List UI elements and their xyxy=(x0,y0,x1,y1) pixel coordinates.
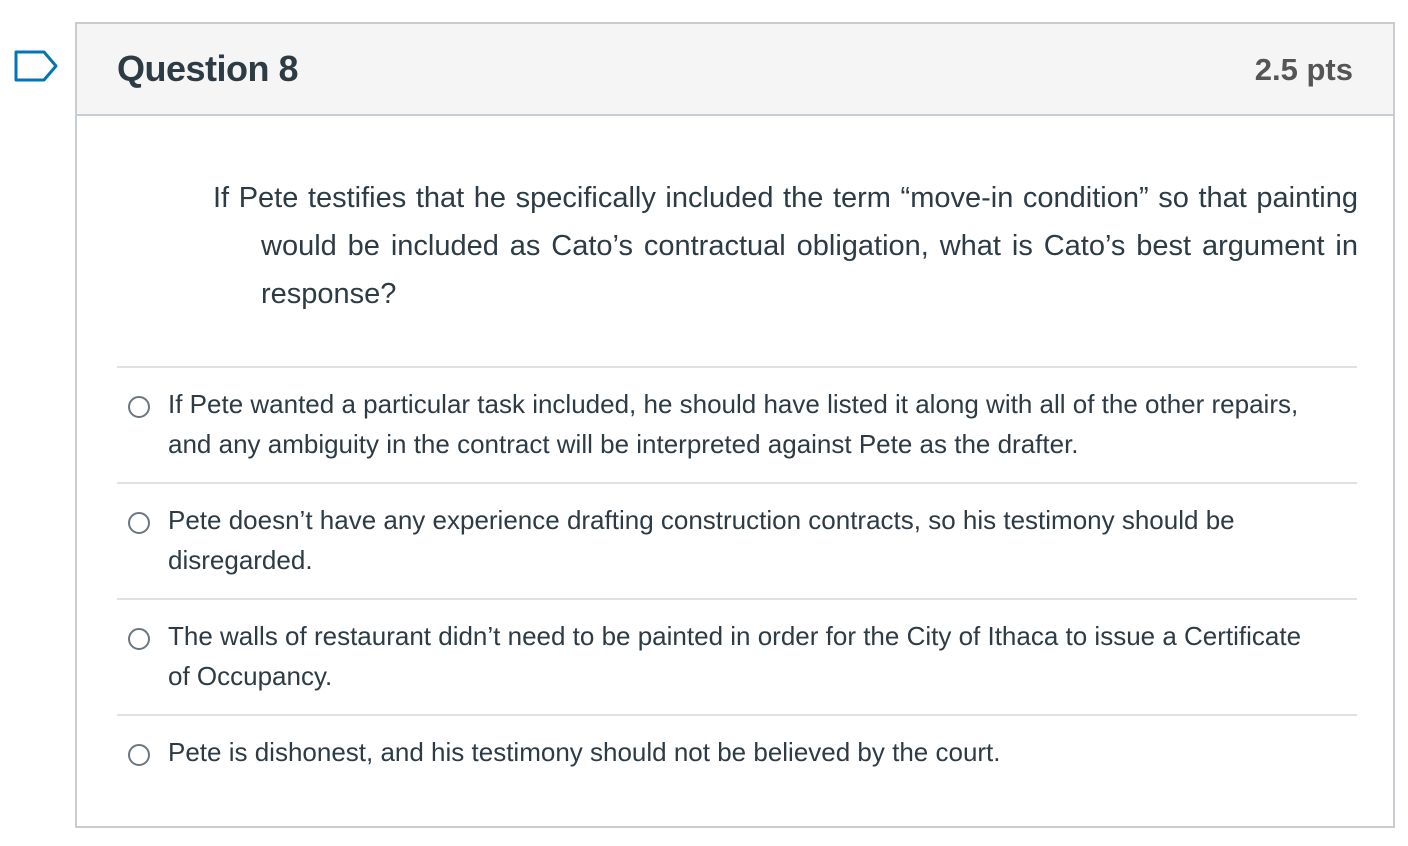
question-header: Question 8 2.5 pts xyxy=(77,24,1393,116)
radio-button[interactable] xyxy=(128,396,150,418)
answer-list: If Pete wanted a particular task include… xyxy=(117,366,1357,830)
flag-question-icon[interactable] xyxy=(14,50,58,82)
answer-label[interactable]: The walls of restaurant didn’t need to b… xyxy=(168,616,1328,696)
radio-button[interactable] xyxy=(128,628,150,650)
quiz-page: Question 8 2.5 pts If Pete testifies tha… xyxy=(0,0,1408,846)
answer-option[interactable]: Pete doesn’t have any experience draftin… xyxy=(117,482,1357,598)
answer-label[interactable]: Pete doesn’t have any experience draftin… xyxy=(168,500,1328,580)
question-points: 2.5 pts xyxy=(1254,52,1353,87)
question-card: Question 8 2.5 pts If Pete testifies tha… xyxy=(75,22,1395,828)
answer-option[interactable]: The walls of restaurant didn’t need to b… xyxy=(117,598,1357,714)
radio-button[interactable] xyxy=(128,744,150,766)
answer-label[interactable]: Pete is dishonest, and his testimony sho… xyxy=(168,732,1328,772)
question-text: If Pete testifies that he specifically i… xyxy=(213,182,1358,310)
radio-button[interactable] xyxy=(128,512,150,534)
answer-option[interactable]: If Pete wanted a particular task include… xyxy=(117,366,1357,482)
answer-label[interactable]: If Pete wanted a particular task include… xyxy=(168,384,1328,464)
question-title: Question 8 xyxy=(117,48,299,89)
answer-option[interactable]: Pete is dishonest, and his testimony sho… xyxy=(117,714,1357,830)
